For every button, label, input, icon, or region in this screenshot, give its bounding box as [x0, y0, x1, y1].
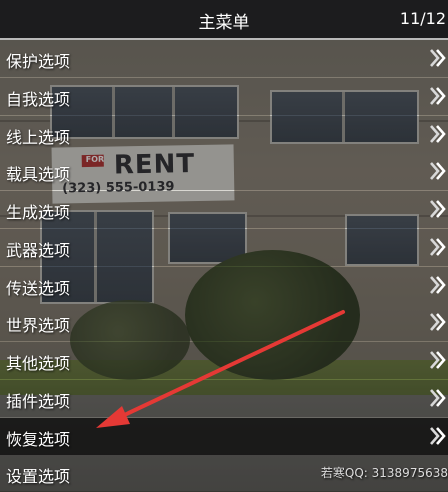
double-chevron-right-icon — [430, 86, 446, 105]
double-chevron-right-icon — [430, 237, 446, 256]
double-chevron-right-icon — [430, 426, 446, 445]
double-chevron-right-icon — [430, 200, 446, 218]
double-chevron-right-icon — [430, 162, 446, 181]
menu-item[interactable]: 生成选项 — [0, 191, 448, 228]
menu-item-label: 传送选项 — [6, 278, 71, 298]
double-chevron-right-icon — [430, 124, 446, 143]
menu-item-label: 保护选项 — [6, 52, 71, 71]
menu-item[interactable]: 世界选项 — [0, 304, 448, 342]
author-contact-text: 若寒QQ: 3138975638 — [320, 466, 448, 481]
menu-item[interactable]: 恢复选项 — [0, 417, 448, 455]
menu-item[interactable]: 传送选项 — [0, 266, 448, 304]
main-menu: 主菜单 11/12 保护选项自我选项线上选项载具选项生成选项武器选项传送选项世界… — [0, 0, 448, 492]
menu-item[interactable]: 线上选项 — [0, 115, 448, 153]
menu-item-label: 插件选项 — [6, 391, 71, 411]
menu-item[interactable]: 保护选项 — [0, 40, 448, 77]
menu-item-label: 武器选项 — [6, 240, 71, 260]
menu-item[interactable]: 插件选项 — [0, 379, 448, 417]
menu-item-label: 世界选项 — [6, 316, 71, 336]
double-chevron-right-icon — [430, 351, 446, 369]
double-chevron-right-icon — [430, 49, 446, 67]
menu-header: 主菜单 11/12 — [0, 0, 448, 40]
menu-item-label: 载具选项 — [6, 165, 71, 185]
menu-item-label: 设置选项 — [6, 467, 71, 487]
menu-item[interactable]: 武器选项 — [0, 228, 448, 266]
menu-item-label: 自我选项 — [6, 89, 71, 109]
menu-position-counter: 11/12 — [399, 9, 446, 28]
double-chevron-right-icon — [430, 388, 446, 407]
menu-item-label: 恢复选项 — [6, 429, 71, 449]
menu-item[interactable]: 载具选项 — [0, 153, 448, 191]
menu-item-label: 生成选项 — [6, 203, 71, 222]
menu-item-label: 其他选项 — [6, 354, 71, 373]
double-chevron-right-icon — [430, 275, 446, 294]
double-chevron-right-icon — [430, 313, 446, 332]
menu-title: 主菜单 — [198, 13, 250, 33]
menu-item[interactable]: 自我选项 — [0, 77, 448, 115]
menu-item-label: 线上选项 — [6, 127, 71, 147]
menu-item[interactable]: 设置选项 若寒QQ: 3138975638 — [0, 455, 448, 492]
menu-item[interactable]: 其他选项 — [0, 342, 448, 379]
